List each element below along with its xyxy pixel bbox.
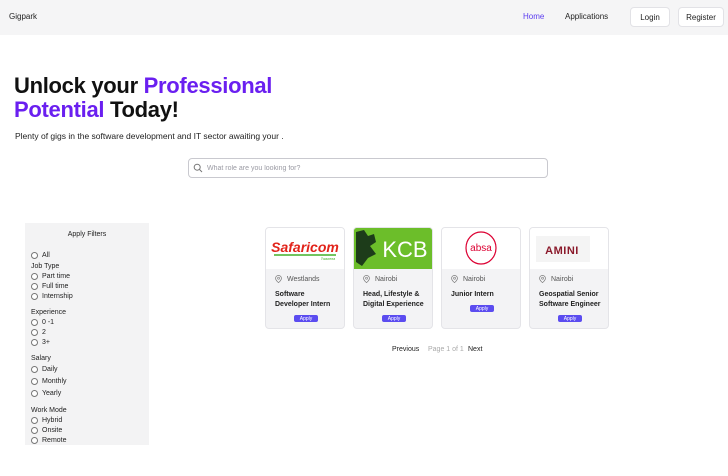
work-mode-heading: Work Mode — [31, 407, 67, 414]
filter-hybrid-label: Hybrid — [42, 417, 63, 424]
job-location: Westlands — [275, 275, 320, 283]
filter-all[interactable]: All — [31, 251, 50, 260]
job-card[interactable]: AMINI Nairobi Geospatial Senior Software… — [529, 227, 609, 329]
filter-full-time[interactable]: Full time — [31, 282, 68, 291]
pagination-next[interactable]: Next — [468, 346, 482, 353]
amini-logo-text: AMINI — [545, 245, 579, 257]
radio-exp-0-1[interactable] — [31, 319, 38, 326]
safaricom-tagline: Twaweza — [321, 257, 336, 261]
radio-all[interactable] — [31, 252, 38, 259]
filter-yearly[interactable]: Yearly — [31, 389, 61, 398]
radio-exp-2[interactable] — [31, 329, 38, 336]
job-title: Head, Lifestyle & Digital Experience — [363, 291, 424, 308]
filter-exp-0-1-label: 0 -1 — [42, 319, 55, 326]
job-title: Geospatial Senior Software Engineer — [539, 291, 601, 308]
hero-subtitle: Plenty of gigs in the software developme… — [15, 131, 284, 141]
radio-part-time[interactable] — [31, 273, 38, 280]
brand-logo-text[interactable]: Gigpark — [9, 12, 37, 21]
filter-onsite-label: Onsite — [42, 427, 63, 434]
filter-part-time-label: Part time — [42, 273, 71, 280]
radio-hybrid[interactable] — [31, 417, 38, 424]
filter-remote-label: Remote — [42, 437, 67, 444]
radio-exp-3plus[interactable] — [31, 339, 38, 346]
nav-link-home[interactable]: Home — [523, 12, 544, 21]
job-location: Nairobi — [539, 275, 573, 283]
nav-link-applications[interactable]: Applications — [565, 12, 608, 21]
filter-part-time[interactable]: Part time — [31, 272, 70, 281]
filter-monthly[interactable]: Monthly — [31, 377, 67, 386]
filter-exp-3plus-label: 3+ — [42, 339, 50, 346]
filter-internship[interactable]: Internship — [31, 292, 73, 301]
job-location-text: Nairobi — [551, 275, 574, 283]
pagination-info: Page 1 of 1 — [428, 346, 464, 353]
company-logo: KCB — [354, 228, 432, 269]
hero-title-part1: Unlock your — [14, 73, 144, 98]
radio-internship[interactable] — [31, 293, 38, 300]
hero-title-part2: Today! — [104, 97, 179, 122]
job-card[interactable]: KCB Nairobi Head, Lifestyle & Digital Ex… — [353, 227, 433, 329]
experience-heading: Experience — [31, 309, 67, 316]
filter-exp-2[interactable]: 2 — [31, 328, 46, 337]
radio-daily[interactable] — [31, 366, 38, 373]
radio-monthly[interactable] — [31, 378, 38, 385]
radio-remote[interactable] — [31, 437, 38, 444]
location-pin-icon — [363, 275, 370, 283]
filter-daily-label: Daily — [42, 366, 58, 373]
search-bar[interactable] — [188, 158, 548, 178]
filter-daily[interactable]: Daily — [31, 365, 58, 374]
job-location-text: Nairobi — [463, 275, 486, 283]
filter-exp-3plus[interactable]: 3+ — [31, 338, 50, 347]
filter-internship-label: Internship — [42, 293, 73, 300]
login-button[interactable]: Login — [630, 7, 670, 27]
job-title: Software Developer Intern — [275, 291, 331, 308]
absa-logo: absa — [465, 231, 497, 265]
filter-onsite[interactable]: Onsite — [31, 426, 62, 435]
search-input[interactable] — [207, 164, 537, 172]
pagination-previous[interactable]: Previous — [392, 346, 419, 353]
filter-exp-2-label: 2 — [42, 329, 46, 336]
job-type-heading: Job Type — [31, 263, 60, 270]
filter-remote[interactable]: Remote — [31, 436, 67, 445]
radio-full-time[interactable] — [31, 283, 38, 290]
radio-onsite[interactable] — [31, 427, 38, 434]
job-location-text: Nairobi — [375, 275, 398, 283]
radio-yearly[interactable] — [31, 390, 38, 397]
salary-heading: Salary — [31, 355, 51, 362]
amini-logo: AMINI — [536, 236, 590, 262]
job-location: Nairobi — [363, 275, 397, 283]
job-card[interactable]: Safaricom Twaweza Westlands Software Dev… — [265, 227, 345, 329]
register-button[interactable]: Register — [678, 7, 724, 27]
location-pin-icon — [539, 275, 546, 283]
location-pin-icon — [275, 275, 282, 283]
filter-full-time-label: Full time — [42, 283, 69, 290]
safaricom-logo: Safaricom Twaweza — [271, 239, 339, 261]
apply-button[interactable]: Apply — [382, 315, 406, 322]
top-navbar: Gigpark Home Applications Login Register — [0, 0, 728, 35]
company-logo: AMINI — [530, 228, 608, 269]
absa-logo-text: absa — [470, 243, 492, 254]
job-location: Nairobi — [451, 275, 485, 283]
company-logo: Safaricom Twaweza — [266, 228, 344, 269]
kcb-logo-text: KCB — [382, 237, 427, 262]
job-title: Junior Intern — [451, 291, 494, 298]
apply-button[interactable]: Apply — [470, 305, 494, 312]
job-card[interactable]: absa Nairobi Junior Intern Apply — [441, 227, 521, 329]
search-icon — [193, 163, 203, 173]
location-pin-icon — [451, 275, 458, 283]
apply-button[interactable]: Apply — [294, 315, 318, 322]
filter-exp-0-1[interactable]: 0 -1 — [31, 318, 54, 327]
kcb-logo: KCB — [354, 228, 432, 269]
job-location-text: Westlands — [287, 275, 320, 283]
hero-title: Unlock your Professional Potential Today… — [14, 74, 314, 122]
filters-panel: Apply Filters All Job Type Part time Ful… — [25, 223, 149, 445]
apply-button[interactable]: Apply — [558, 315, 582, 322]
company-logo: absa — [442, 228, 520, 269]
filter-all-label: All — [42, 252, 50, 259]
filter-yearly-label: Yearly — [42, 390, 62, 397]
filters-title: Apply Filters — [67, 231, 107, 238]
filter-monthly-label: Monthly — [42, 378, 67, 385]
filter-hybrid[interactable]: Hybrid — [31, 416, 62, 425]
safaricom-logo-text: Safaricom — [271, 239, 339, 255]
